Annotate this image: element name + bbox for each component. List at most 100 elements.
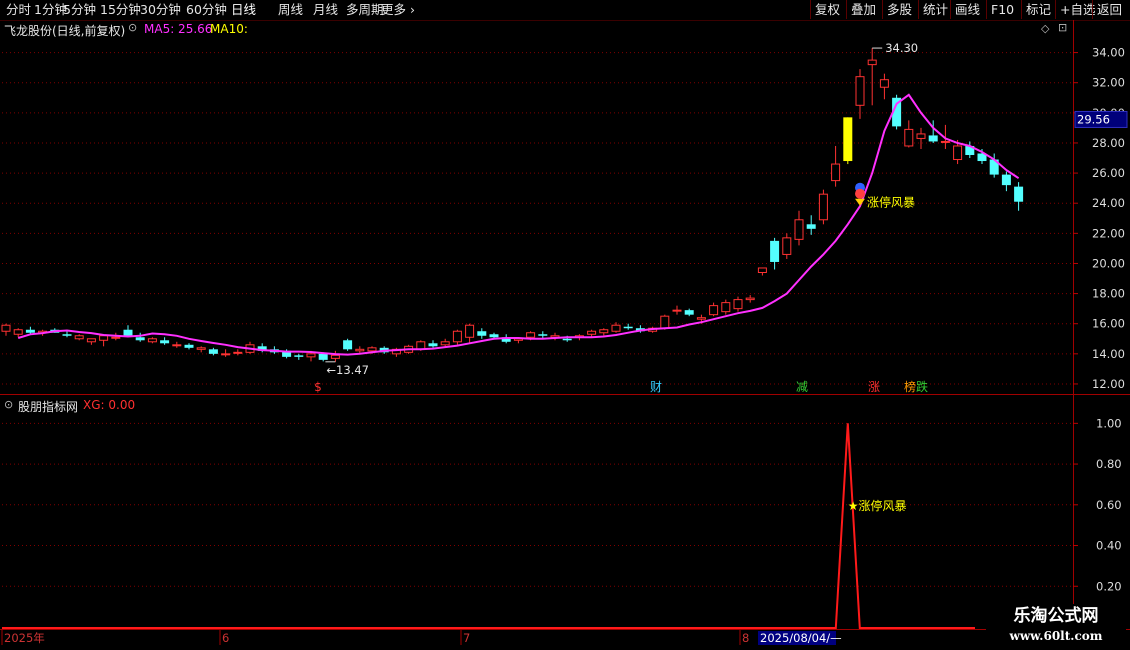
date-label: 8 xyxy=(742,631,749,645)
stock-chart[interactable]: 12.00 14.00 16.00 18.00 20.00 22.00 24.00 26.00… xyxy=(0,20,1130,650)
period-5-button[interactable]: 60分钟 xyxy=(186,0,227,20)
candle-body xyxy=(1014,186,1024,202)
indicator-tick-label: 1.00 xyxy=(1096,416,1122,430)
candle-body xyxy=(721,302,731,313)
price-tick-label: 24.00 xyxy=(1092,196,1125,210)
candle-body xyxy=(953,145,963,161)
candle-body xyxy=(940,140,950,143)
candle-body xyxy=(611,324,621,332)
period-8-button[interactable]: 月线 xyxy=(313,0,338,20)
candle-body xyxy=(294,355,304,357)
candle-body xyxy=(1,324,11,332)
indicator-tick-label: 0.80 xyxy=(1096,457,1122,471)
candle-body xyxy=(111,336,121,339)
signal-gem-icon xyxy=(855,198,865,206)
candle-body xyxy=(318,353,328,360)
toolbar-8-button[interactable]: 返回 xyxy=(1092,0,1126,19)
period-2-button[interactable]: 5分钟 xyxy=(63,0,96,20)
current-price-value: 29.56 xyxy=(1077,112,1110,126)
candle-body xyxy=(99,335,109,341)
toolbar-5-button[interactable]: F10 xyxy=(986,0,1018,19)
candle-body xyxy=(733,299,743,310)
price-tick-label: 26.00 xyxy=(1092,166,1125,180)
price-tick-label: 16.00 xyxy=(1092,317,1125,331)
price-tick-label: 18.00 xyxy=(1092,287,1125,301)
ma5-line xyxy=(17,93,1020,356)
toolbar-0-button[interactable]: 复权 xyxy=(810,0,844,19)
indicator-tick-label: 0.40 xyxy=(1096,539,1122,553)
event-marker[interactable]: 财 xyxy=(650,380,662,394)
period-toolbar: 分时 1分钟 5分钟 15分钟 30分钟 60分钟 日线 周线 月线 多周期 更多 › 复权 叠加 多股统… xyxy=(0,0,1130,21)
candle-body xyxy=(367,347,377,352)
toolbar-1-button[interactable]: 叠加 xyxy=(846,0,880,19)
candle-body xyxy=(843,117,853,162)
price-tick-label: 34.00 xyxy=(1092,46,1125,60)
candle-body xyxy=(928,135,938,142)
toolbar-2-button[interactable]: 多股 xyxy=(882,0,916,19)
xg-indicator-line xyxy=(2,423,975,629)
candle-body xyxy=(86,338,96,343)
candle-body xyxy=(867,59,877,66)
indicator-signal-label: ★涨停风暴 xyxy=(848,498,907,513)
toolbar-4-button[interactable]: 画线 xyxy=(950,0,984,19)
event-marker[interactable]: 涨 xyxy=(868,379,880,394)
candle-body xyxy=(184,344,194,348)
candle-body xyxy=(757,267,767,273)
toolbar-6-button[interactable]: 标记 xyxy=(1021,0,1055,19)
watermark: 乐淘公式网 www.60lt.com xyxy=(986,604,1126,650)
watermark-title: 乐淘公式网 xyxy=(1013,606,1099,626)
event-marker[interactable]: $ xyxy=(314,380,322,394)
candle-body xyxy=(770,240,780,262)
period-3-button[interactable]: 15分钟 xyxy=(100,0,141,20)
candle-body xyxy=(709,305,719,316)
date-cursor-label: 2025/08/04/— xyxy=(760,631,842,645)
candle-body xyxy=(123,329,133,336)
candle-body xyxy=(782,237,792,255)
period-1-button[interactable]: 1分钟 xyxy=(34,0,67,20)
period-7-button[interactable]: 周线 xyxy=(278,0,303,20)
candle-body xyxy=(160,340,170,344)
candle-body xyxy=(489,334,499,338)
candle-body xyxy=(355,348,365,352)
low-price-label: ←13.47 xyxy=(326,363,369,377)
price-tick-label: 22.00 xyxy=(1092,226,1125,240)
indicator-tick-label: 0.20 xyxy=(1096,579,1122,593)
price-tick-label: 20.00 xyxy=(1092,256,1125,270)
candle-body xyxy=(25,329,35,333)
candle-body xyxy=(806,224,816,229)
date-label: 2025年 xyxy=(4,631,45,645)
event-marker[interactable]: 减 xyxy=(796,380,808,394)
candle-body xyxy=(135,337,145,341)
price-tick-label: 28.00 xyxy=(1092,136,1125,150)
candle-body xyxy=(818,193,828,221)
candle-body xyxy=(526,332,536,338)
candle-body xyxy=(879,79,889,88)
candle-body xyxy=(330,354,340,359)
candle-body xyxy=(147,338,157,343)
candle-body xyxy=(221,353,231,356)
event-marker[interactable]: 跌 xyxy=(916,379,928,394)
candle-body xyxy=(233,351,243,354)
candle-body xyxy=(343,340,353,350)
candle-body xyxy=(538,334,548,336)
period-4-button[interactable]: 30分钟 xyxy=(140,0,181,20)
period-0-button[interactable]: 分时 xyxy=(6,0,31,20)
price-tick-label: 32.00 xyxy=(1092,76,1125,90)
candle-body xyxy=(465,324,475,338)
period-10-button[interactable]: 更多 › xyxy=(381,0,415,20)
date-label: 7 xyxy=(463,631,470,645)
candle-body xyxy=(684,310,694,315)
period-6-button[interactable]: 日线 xyxy=(231,0,256,20)
period-9-button[interactable]: 多周期 xyxy=(346,0,384,20)
candle-body xyxy=(794,219,804,240)
event-marker[interactable]: 榜 xyxy=(904,379,916,394)
candle-body xyxy=(599,329,609,334)
candle-body xyxy=(904,128,914,147)
toolbar-3-button[interactable]: 统计 xyxy=(918,0,952,19)
candle-body xyxy=(13,329,23,335)
candle-body xyxy=(74,335,84,340)
candle-body xyxy=(562,338,572,341)
candle-body xyxy=(587,330,597,335)
high-price-label: 34.30 xyxy=(885,41,918,55)
candle-body xyxy=(916,133,926,139)
